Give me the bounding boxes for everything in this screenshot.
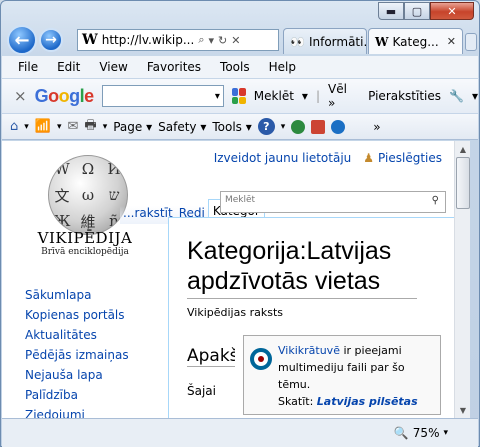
section-text: Šajai <box>187 384 216 398</box>
eyes-favicon-icon: 👀 <box>290 34 305 49</box>
forward-button[interactable]: → <box>39 28 63 52</box>
zoom-icon[interactable]: 🔍 <box>394 426 409 440</box>
commons-see-label: Skatīt: <box>278 395 317 408</box>
scroll-up-icon[interactable]: ▲ <box>455 141 471 157</box>
status-bar: 🔍 75% ▾ <box>2 418 478 447</box>
menu-tools[interactable]: Tools <box>220 60 250 74</box>
menu-favorites[interactable]: Favorites <box>147 60 201 74</box>
google-logo: Google <box>34 85 95 106</box>
section-heading: Apakš <box>187 346 235 367</box>
sidebar-item-main-page[interactable]: Sākumlapa <box>25 285 129 305</box>
tools-menu-button[interactable]: Tools ▾ <box>212 120 251 134</box>
help-icon[interactable]: ? <box>257 118 275 135</box>
search-placeholder: Meklēt <box>225 195 256 205</box>
chevron-down-icon[interactable]: ▾ <box>472 89 478 103</box>
url-text[interactable]: http://lv.wikip... <box>102 33 195 47</box>
address-bar[interactable]: W http://lv.wikip... ⌕ ▾ ↻ ✕ <box>77 29 279 51</box>
sidebar-item-donate[interactable]: Ziedojumi <box>25 405 129 418</box>
sidebar-item-current-events[interactable]: Aktualitātes <box>25 325 129 345</box>
wrench-icon[interactable]: 🔧 <box>449 89 464 103</box>
command-bar: ⌂ ▾ 📶 ▾ ✉ 🖶 ▾ Page ▾ Safety ▾ Tools ▾ ? … <box>2 114 478 140</box>
separator: | <box>315 89 320 103</box>
commons-icon <box>250 348 272 370</box>
chevron-down-icon[interactable]: ▾ <box>215 91 220 102</box>
google-search-input[interactable]: ▾ <box>101 85 224 107</box>
page-menu-button[interactable]: Page ▾ <box>113 120 152 134</box>
wikipedia-favicon-icon: W <box>375 34 389 49</box>
browser-window: ▬ ▢ ✕ ← → W http://lv.wikip... ⌕ ▾ ↻ ✕ 👀… <box>0 0 480 447</box>
new-tab-button[interactable] <box>465 33 477 51</box>
scroll-down-icon[interactable]: ▼ <box>455 402 471 418</box>
wikipedia-favicon-icon: W <box>82 32 98 48</box>
tab-category[interactable]: W Kateg... ✕ <box>368 28 463 54</box>
minimize-button[interactable]: ▬ <box>378 2 404 20</box>
onenote-icon[interactable] <box>311 119 326 134</box>
print-icon[interactable]: 🖶 <box>84 116 96 138</box>
page-tagline: Vikipēdijas raksts <box>187 306 283 319</box>
menu-view[interactable]: View <box>99 60 127 74</box>
wiki-search-input[interactable]: Meklēt ⚲ <box>220 191 446 213</box>
more-button[interactable]: Vēl » <box>328 82 354 110</box>
zoom-level[interactable]: 75% <box>413 426 440 440</box>
menu-bar: File Edit View Favorites Tools Help <box>2 56 478 78</box>
wiki-wordmark: VIKIPĒDIJA <box>37 229 133 247</box>
home-icon[interactable]: ⌂ <box>10 119 18 134</box>
navigation-buttons: ← → <box>7 25 65 55</box>
sidebar-item-help[interactable]: Palīdzība <box>25 385 129 405</box>
menu-file[interactable]: File <box>18 60 38 74</box>
maximize-button[interactable]: ▢ <box>404 2 430 20</box>
search-icon[interactable]: ⚲ <box>432 195 439 206</box>
create-account-link[interactable]: Izveidot jaunu lietotāju <box>214 151 352 165</box>
commons-box: Vikikrātuvē ir pieejami multimediju fail… <box>243 335 441 415</box>
google-search-button[interactable]: Meklēt <box>254 89 294 103</box>
research-icon[interactable] <box>291 119 306 134</box>
commons-see-link[interactable]: Latvijas pilsētas <box>317 395 418 408</box>
chevron-down-icon[interactable]: ▾ <box>302 89 308 103</box>
stop-icon[interactable]: ✕ <box>231 34 240 47</box>
skype-icon[interactable] <box>331 119 346 134</box>
chevron-down-icon[interactable]: ▾ <box>443 428 448 438</box>
personal-links: Izveidot jaunu lietotāju ♟ Pieslēgties <box>214 151 442 165</box>
close-toolbar-icon[interactable]: × <box>14 87 27 105</box>
close-button[interactable]: ✕ <box>430 2 474 20</box>
tab-label: Informāti... <box>308 34 375 49</box>
login-link[interactable]: ♟ Pieslēgties <box>363 151 442 165</box>
address-dropdown-icon[interactable]: ▾ <box>208 34 214 47</box>
user-icon: ♟ <box>363 151 375 165</box>
close-tab-icon[interactable]: ✕ <box>447 35 456 48</box>
search-icon[interactable]: ⌕ <box>198 33 204 47</box>
sidebar-nav: Sākumlapa Kopienas portāls Aktualitātes … <box>25 285 129 418</box>
sidebar-item-random-page[interactable]: Nejauša lapa <box>25 365 129 385</box>
mail-icon[interactable]: ✉ <box>68 119 79 134</box>
rss-feed-icon[interactable]: 📶 <box>35 119 51 134</box>
search-puzzle-icon <box>231 88 246 104</box>
refresh-icon[interactable]: ↻ <box>218 34 227 47</box>
scrollbar-thumb[interactable] <box>456 157 470 209</box>
google-toolbar: × Google ▾ Meklēt ▾ | Vēl » Pierakstītie… <box>2 79 478 113</box>
tab-informatics[interactable]: 👀 Informāti... <box>283 28 375 54</box>
vertical-scrollbar[interactable]: ▲ ▼ <box>454 141 470 418</box>
safety-menu-button[interactable]: Safety ▾ <box>158 120 206 134</box>
back-button[interactable]: ← <box>7 25 37 55</box>
window-controls: ▬ ▢ ✕ <box>378 2 474 20</box>
menu-edit[interactable]: Edit <box>57 60 80 74</box>
commons-link[interactable]: Vikikrātuvē <box>278 344 340 357</box>
menu-help[interactable]: Help <box>269 60 296 74</box>
wiki-tagline: Brīvā enciklopēdija <box>41 247 129 257</box>
sidebar-item-community-portal[interactable]: Kopienas portāls <box>25 305 129 325</box>
sign-in-button[interactable]: Pierakstīties <box>368 89 441 103</box>
tab-label: Kateg... <box>392 34 439 49</box>
sidebar-item-recent-changes[interactable]: Pēdējās izmaiņas <box>25 345 129 365</box>
page-title: Kategorija:Latvijas apdzīvotās vietas <box>187 236 417 299</box>
wikipedia-globe-logo[interactable]: WΩИ 文ωש Ж維ñ <box>48 155 128 235</box>
more-tools-button[interactable]: » <box>373 120 380 134</box>
page-content: Izveidot jaunu lietotāju ♟ Pieslēgties WΩ… <box>2 141 454 418</box>
